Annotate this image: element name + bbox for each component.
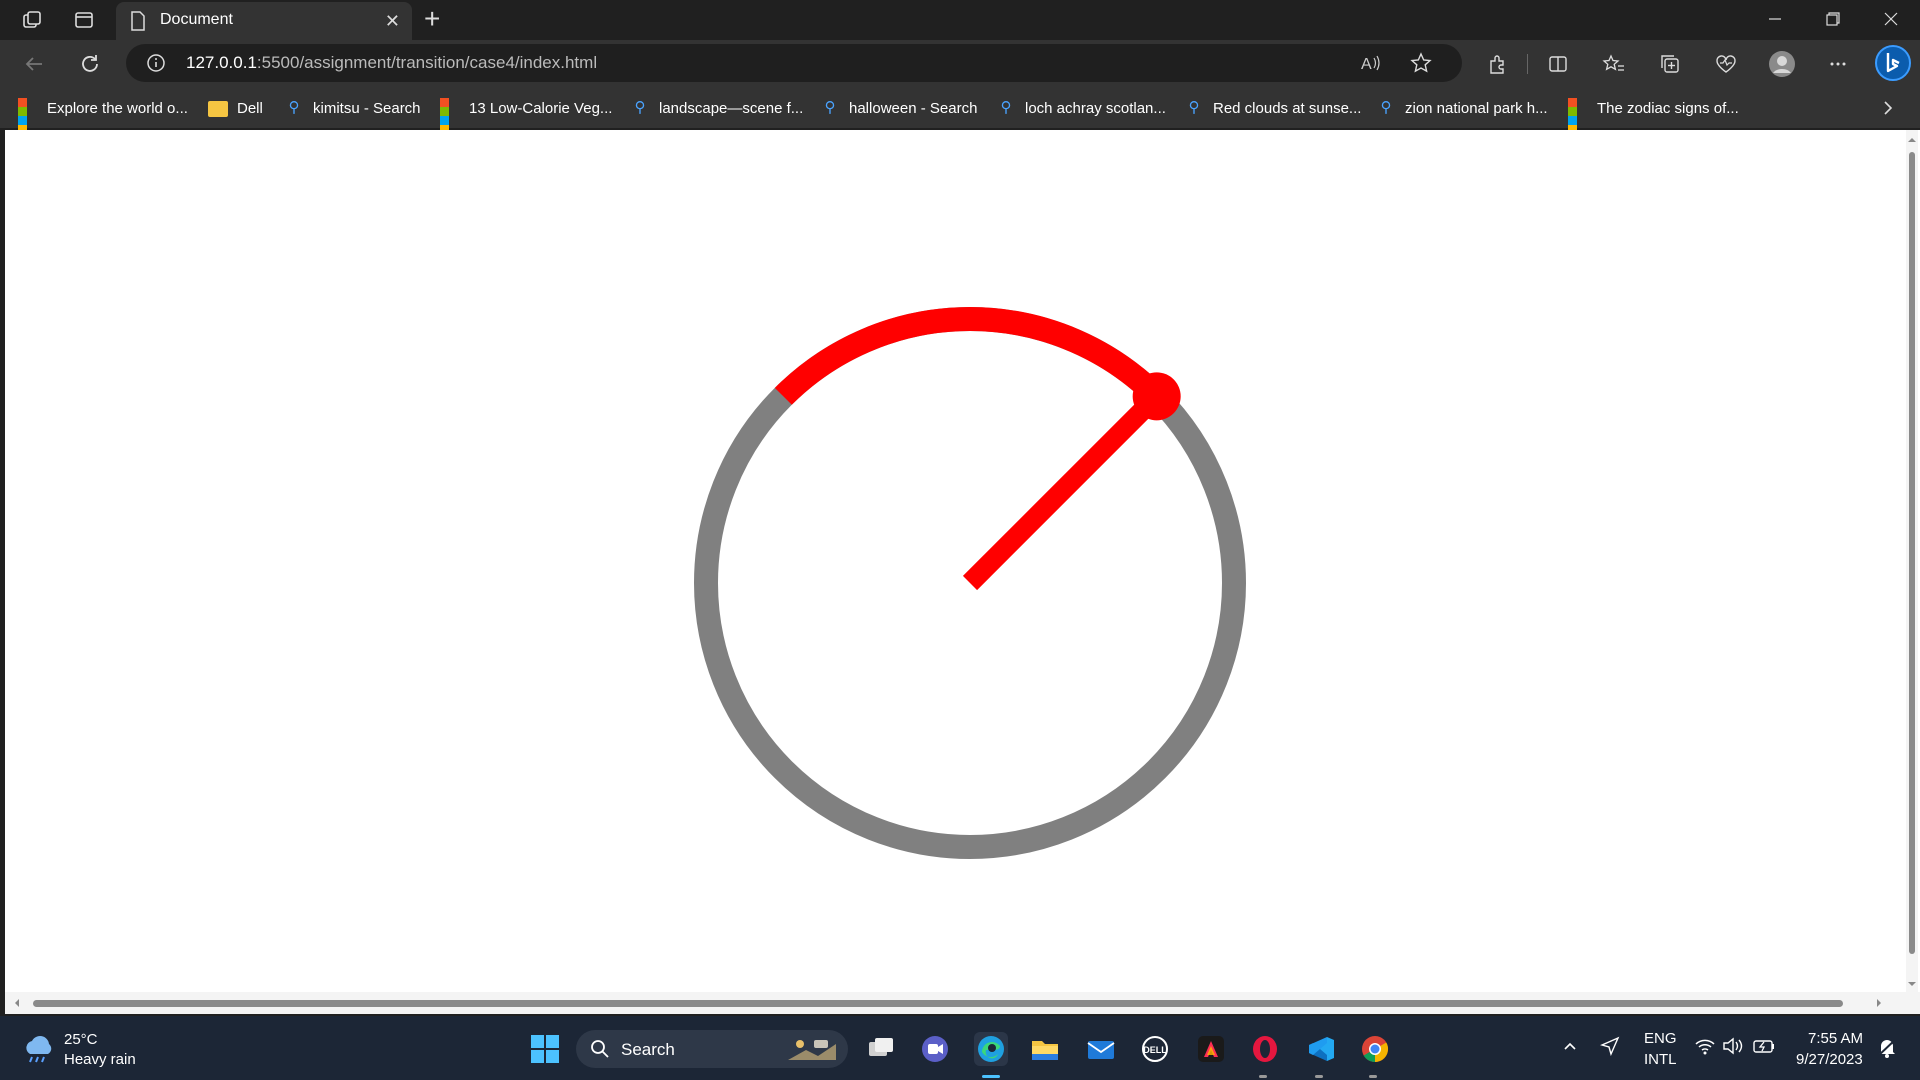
browser-title-bar: Document ✕ + (0, 0, 1920, 40)
microsoft-logo-icon (18, 98, 38, 134)
task-view-icon[interactable] (864, 1032, 898, 1066)
favorite-item[interactable]: ⚲ zion national park h... (1376, 98, 1548, 118)
address-bar[interactable]: 127.0.0.1:5500/assignment/transition/cas… (126, 44, 1462, 82)
vscode-icon[interactable] (1304, 1032, 1338, 1066)
microsoft-logo-icon (440, 98, 460, 134)
wifi-icon[interactable] (1694, 1036, 1716, 1061)
search-icon: ⚲ (634, 99, 646, 116)
search-icon: ⚲ (824, 99, 836, 116)
chrome-icon[interactable] (1358, 1032, 1392, 1066)
search-label: Search (621, 1040, 675, 1059)
running-app-indicator (1369, 1075, 1377, 1078)
clock-date[interactable]: 9/27/2023 (1796, 1051, 1863, 1068)
search-icon: ⚲ (288, 99, 300, 116)
toolbar: 127.0.0.1:5500/assignment/transition/cas… (0, 40, 1920, 88)
split-screen-icon[interactable] (1544, 50, 1572, 78)
favorite-item[interactable]: ⚲ halloween - Search (820, 98, 978, 118)
mail-icon[interactable] (1084, 1032, 1118, 1066)
running-app-indicator (1259, 1075, 1267, 1078)
horizontal-scrollbar[interactable] (5, 992, 1920, 1014)
taskbar: 25°C Heavy rain Search DELL ENG INTL 7:5… (0, 1016, 1920, 1080)
favorite-item[interactable]: The zodiac signs of... (1568, 98, 1739, 134)
weather-temperature: 25°C (64, 1031, 98, 1048)
active-app-indicator (982, 1075, 1000, 1078)
workspaces-icon[interactable] (20, 8, 44, 32)
more-options-icon[interactable] (1824, 50, 1852, 78)
search-icon (590, 1039, 610, 1064)
scroll-right-icon[interactable] (1873, 997, 1885, 1009)
opera-browser-icon[interactable] (1248, 1032, 1282, 1066)
search-highlight-icon (784, 1036, 840, 1069)
dell-app-icon[interactable]: DELL (1138, 1032, 1172, 1066)
url-text[interactable]: 127.0.0.1:5500/assignment/transition/cas… (186, 53, 597, 73)
vertical-scrollbar[interactable] (1906, 130, 1918, 1014)
running-app-indicator (1315, 1075, 1323, 1078)
search-icon: ⚲ (1188, 99, 1200, 116)
weather-rain-icon[interactable] (22, 1034, 56, 1069)
taskbar-search[interactable]: Search (576, 1030, 848, 1068)
search-icon: ⚲ (1000, 99, 1012, 116)
restore-icon[interactable] (1826, 6, 1840, 34)
scroll-down-icon[interactable] (1906, 978, 1918, 990)
start-windows-icon[interactable] (528, 1032, 562, 1066)
svg-text:A: A (1361, 56, 1372, 73)
file-explorer-icon[interactable] (1028, 1032, 1062, 1066)
toolbar-divider (1527, 54, 1528, 74)
new-tab-button[interactable]: + (424, 4, 440, 34)
keyboard-layout[interactable]: INTL (1644, 1051, 1677, 1068)
teams-chat-icon[interactable] (918, 1032, 952, 1066)
gauge-needle-knob (1132, 372, 1181, 421)
back-icon[interactable] (20, 50, 48, 78)
page-viewport (5, 130, 1920, 1014)
favorite-item[interactable]: ⚲ loch achray scotlan... (996, 98, 1166, 118)
refresh-icon[interactable] (76, 50, 104, 78)
clock-time[interactable]: 7:55 AM (1808, 1030, 1863, 1047)
favorites-bar: Explore the world o... Dell ⚲ kimitsu - … (0, 88, 1920, 134)
minimize-icon[interactable] (1768, 6, 1782, 34)
scroll-left-icon[interactable] (11, 997, 23, 1009)
tab-actions-icon[interactable] (72, 8, 96, 32)
tab-title: Document (160, 11, 233, 28)
svg-text:DELL: DELL (1143, 1045, 1167, 1055)
favorite-item[interactable]: 13 Low-Calorie Veg... (440, 98, 612, 134)
circular-gauge (694, 307, 1246, 859)
favorites-list-icon[interactable] (1600, 50, 1628, 78)
browser-essentials-icon[interactable] (1712, 50, 1740, 78)
collections-icon[interactable] (1656, 50, 1684, 78)
favorite-item[interactable]: ⚲ Red clouds at sunse... (1184, 98, 1362, 118)
close-window-icon[interactable] (1884, 6, 1898, 34)
chevron-right-icon[interactable] (1880, 98, 1896, 123)
favorite-item[interactable]: ⚲ kimitsu - Search (284, 98, 421, 118)
adobe-app-icon[interactable] (1194, 1032, 1228, 1066)
chevron-up-icon[interactable] (1562, 1038, 1578, 1059)
microsoft-logo-icon (1568, 98, 1588, 134)
favorite-item[interactable]: Explore the world o... (18, 98, 188, 134)
profile-avatar-icon[interactable] (1768, 50, 1796, 78)
battery-icon[interactable] (1752, 1036, 1776, 1061)
search-icon: ⚲ (1380, 99, 1392, 116)
bing-copilot-icon[interactable] (1874, 44, 1912, 82)
favorite-item[interactable]: ⚲ landscape—scene f... (630, 98, 804, 118)
edge-browser-icon[interactable] (974, 1032, 1008, 1066)
folder-icon (208, 101, 228, 117)
page-icon (130, 11, 146, 36)
notification-bell-icon[interactable] (1876, 1036, 1898, 1063)
volume-icon[interactable] (1722, 1036, 1744, 1061)
extensions-icon[interactable] (1484, 50, 1512, 78)
read-aloud-icon[interactable]: A (1360, 53, 1382, 78)
weather-description: Heavy rain (64, 1051, 136, 1068)
close-tab-icon[interactable]: ✕ (385, 12, 400, 30)
favorite-item[interactable]: Dell (208, 98, 263, 118)
scroll-up-icon[interactable] (1906, 134, 1918, 146)
vertical-scroll-thumb[interactable] (1909, 152, 1915, 954)
horizontal-scroll-thumb[interactable] (33, 1000, 1843, 1007)
gauge-needle (962, 389, 1164, 591)
language-code[interactable]: ENG (1644, 1030, 1677, 1047)
tab-document[interactable]: Document ✕ (116, 2, 412, 40)
site-info-icon[interactable] (146, 53, 166, 78)
location-icon[interactable] (1599, 1036, 1620, 1061)
favorite-star-icon[interactable] (1410, 52, 1432, 79)
gauge-progress-arc (774, 307, 1166, 405)
